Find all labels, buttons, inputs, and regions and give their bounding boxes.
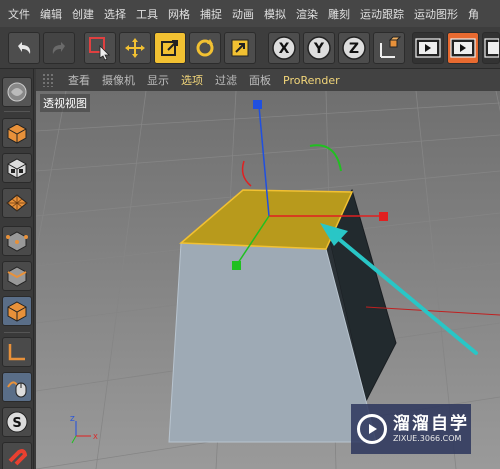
snap-button[interactable]: S xyxy=(2,407,32,437)
locked-workplane-button[interactable] xyxy=(2,442,32,469)
menu-simulate[interactable]: 模拟 xyxy=(259,6,291,22)
menu-mesh[interactable]: 网格 xyxy=(163,6,195,22)
menu-snap[interactable]: 捕捉 xyxy=(195,6,227,22)
x-axis-lock-button[interactable]: X xyxy=(268,32,300,64)
snap-icon: S xyxy=(6,411,28,433)
sidebar-separator xyxy=(4,111,30,112)
workplane-mode-button[interactable] xyxy=(2,188,32,218)
viewport-menu-bar: 查看 摄像机 显示 选项 过滤 面板 ProRender xyxy=(36,69,500,91)
live-selection-button[interactable] xyxy=(84,32,116,64)
render-settings-icon xyxy=(484,38,499,58)
make-editable-button[interactable] xyxy=(2,77,32,107)
move-icon xyxy=(125,38,145,58)
z-lock-icon: Z xyxy=(342,36,366,60)
coordinate-system-icon xyxy=(380,36,402,58)
x-lock-icon: X xyxy=(272,36,296,60)
live-selection-icon xyxy=(89,37,110,61)
viewport-menu-filter[interactable]: 过滤 xyxy=(209,72,243,88)
menu-edit[interactable]: 编辑 xyxy=(35,6,67,22)
points-cube-icon xyxy=(6,231,28,252)
points-mode-button[interactable] xyxy=(2,226,32,256)
svg-text:X: X xyxy=(93,433,98,441)
model-cube-icon xyxy=(7,123,27,144)
viewport-title: 透视视图 xyxy=(40,94,90,112)
x-axis-cube[interactable] xyxy=(379,212,388,221)
menu-bar: 文件 编辑 创建 选择 工具 网格 捕捉 动画 模拟 渲染 雕刻 运动跟踪 运动… xyxy=(0,0,500,27)
redo-icon xyxy=(52,42,65,54)
redo-button[interactable] xyxy=(43,32,75,64)
svg-text:Z: Z xyxy=(70,415,75,423)
axis-icon xyxy=(8,344,25,361)
scale-icon xyxy=(161,40,178,56)
model-mode-button[interactable] xyxy=(2,118,32,148)
recent-tool-icon xyxy=(231,39,249,57)
menu-render[interactable]: 渲染 xyxy=(291,6,323,22)
axis-mode-button[interactable] xyxy=(2,337,32,367)
viewport-grip-handle[interactable] xyxy=(42,73,54,87)
tweak-mode-button[interactable] xyxy=(2,372,32,402)
coordinate-system-button[interactable] xyxy=(373,32,405,64)
y-axis-lock-button[interactable]: Y xyxy=(303,32,335,64)
y-axis-cube[interactable] xyxy=(232,261,241,270)
viewport-menu-prorender[interactable]: ProRender xyxy=(277,74,346,87)
menu-tools[interactable]: 工具 xyxy=(131,6,163,22)
polygons-mode-button[interactable] xyxy=(2,296,32,326)
menu-file[interactable]: 文件 xyxy=(0,6,35,22)
polygons-cube-icon xyxy=(7,301,27,322)
menu-motion-tracking[interactable]: 运动跟踪 xyxy=(355,6,409,22)
move-button[interactable] xyxy=(119,32,151,64)
menu-create[interactable]: 创建 xyxy=(67,6,99,22)
edges-mode-button[interactable] xyxy=(2,261,32,291)
menu-mograph[interactable]: 运动图形 xyxy=(409,6,463,22)
recent-tool-button[interactable] xyxy=(224,32,256,64)
viewport-menu-panel[interactable]: 面板 xyxy=(243,72,277,88)
workplane-grid-icon xyxy=(6,194,28,212)
y-lock-icon: Y xyxy=(307,36,331,60)
y-lock-label: Y xyxy=(313,41,325,57)
z-lock-label: Z xyxy=(349,41,359,57)
z-axis-lock-button[interactable]: Z xyxy=(338,32,370,64)
undo-button[interactable] xyxy=(8,32,40,64)
render-picture-queue-icon xyxy=(450,38,476,58)
watermark-logo: 溜溜自学 ZIXUE.3066.COM xyxy=(351,404,471,454)
tweak-mouse-icon xyxy=(7,381,27,398)
rotate-icon xyxy=(196,39,214,57)
render-view-icon xyxy=(415,38,441,58)
z-axis-cube[interactable] xyxy=(253,100,262,109)
magnet-icon xyxy=(8,449,28,466)
watermark-title: 溜溜自学 xyxy=(393,414,469,434)
svg-text:S: S xyxy=(12,416,21,431)
menu-select[interactable]: 选择 xyxy=(99,6,131,22)
viewport-menu-options[interactable]: 选项 xyxy=(175,72,209,88)
scale-button[interactable] xyxy=(154,32,186,64)
main-toolbar: X Y Z xyxy=(0,27,500,69)
viewport-menu-cameras[interactable]: 摄像机 xyxy=(96,72,141,88)
render-picture-viewer-button[interactable] xyxy=(447,32,479,64)
x-lock-label: X xyxy=(279,41,290,57)
sidebar-separator xyxy=(4,332,30,333)
edges-cube-icon xyxy=(7,266,27,287)
make-editable-icon xyxy=(7,82,27,102)
rotate-button[interactable] xyxy=(189,32,221,64)
menu-character[interactable]: 角 xyxy=(463,6,484,22)
texture-cube-icon xyxy=(7,158,27,179)
viewport-menu-view[interactable]: 查看 xyxy=(62,72,96,88)
render-view-button[interactable] xyxy=(412,32,444,64)
texture-mode-button[interactable] xyxy=(2,153,32,183)
render-settings-button[interactable] xyxy=(482,32,500,64)
watermark-url: ZIXUE.3066.COM xyxy=(393,434,462,443)
left-mode-palette: S xyxy=(0,69,34,469)
menu-animate[interactable]: 动画 xyxy=(227,6,259,22)
play-logo-icon xyxy=(357,414,387,444)
viewport-menu-display[interactable]: 显示 xyxy=(141,72,175,88)
menu-sculpt[interactable]: 雕刻 xyxy=(323,6,355,22)
undo-icon xyxy=(18,42,31,54)
